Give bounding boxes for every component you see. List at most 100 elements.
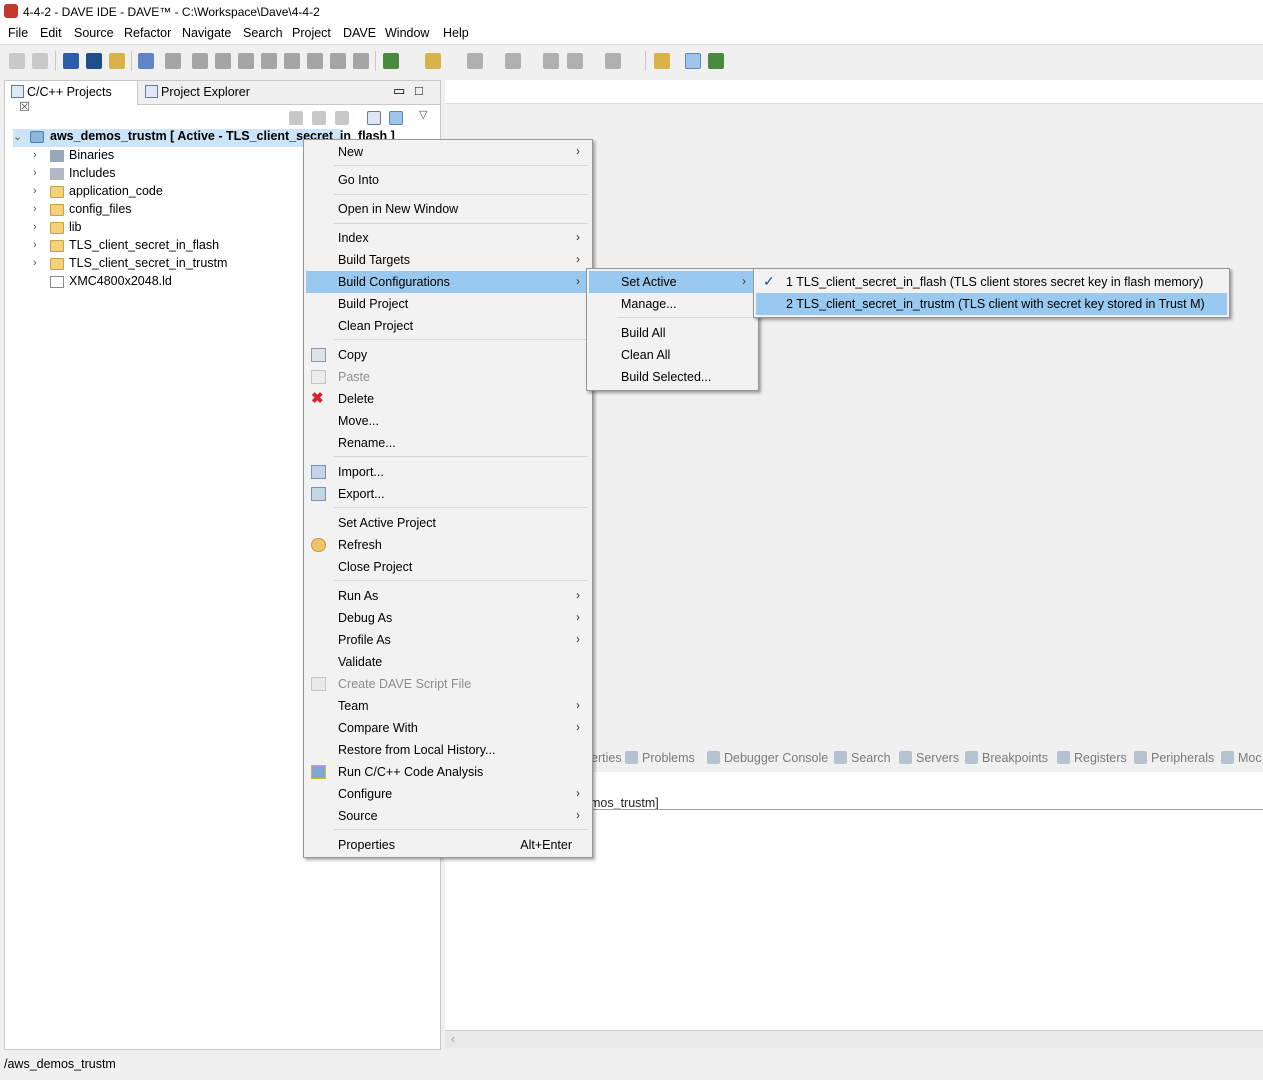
- menu-file[interactable]: File: [8, 26, 28, 40]
- link-editor-icon[interactable]: [389, 111, 403, 125]
- menu-item-close-project[interactable]: Close Project: [306, 556, 590, 578]
- up-nav-icon[interactable]: [335, 111, 349, 125]
- open-perspective-icon[interactable]: [654, 53, 670, 69]
- menu-refactor[interactable]: Refactor: [124, 26, 171, 40]
- project-row[interactable]: ⌄ aws_demos_trustm [ Active - TLS_client…: [13, 129, 395, 147]
- menu-item-run-as[interactable]: Run As ›: [306, 585, 590, 607]
- chevron-down-icon[interactable]: ⌄: [13, 130, 25, 143]
- menu-edit[interactable]: Edit: [40, 26, 62, 40]
- chevron-right-icon[interactable]: ›: [33, 239, 45, 251]
- horizontal-scrollbar[interactable]: ‹: [445, 1030, 1263, 1048]
- menu-item-copy[interactable]: Copy: [306, 344, 590, 366]
- edit-icon[interactable]: [330, 53, 346, 69]
- menu-item-clean-all[interactable]: Clean All: [589, 344, 756, 366]
- generate-code-icon[interactable]: [215, 53, 231, 69]
- menu-item-validate[interactable]: Validate: [306, 651, 590, 673]
- next-annotation-icon[interactable]: [467, 53, 483, 69]
- tab-breakpoints[interactable]: Breakpoints: [965, 751, 1048, 765]
- tab-servers[interactable]: Servers: [899, 751, 959, 765]
- menu-item-team[interactable]: Team ›: [306, 695, 590, 717]
- tab-more[interactable]: Moc: [1221, 751, 1262, 765]
- menu-item-set-active[interactable]: Set Active ›: [589, 271, 756, 293]
- menu-item-source[interactable]: Source ›: [306, 805, 590, 827]
- menu-item-compare-with[interactable]: Compare With ›: [306, 717, 590, 739]
- tab-search[interactable]: Search: [834, 751, 891, 765]
- tab-problems[interactable]: Problems: [625, 751, 695, 765]
- forward-nav-icon[interactable]: [312, 111, 326, 125]
- rebuild-icon[interactable]: [238, 53, 254, 69]
- menu-help[interactable]: Help: [443, 26, 469, 40]
- menu-item-build-all[interactable]: Build All: [589, 322, 756, 344]
- record-icon[interactable]: [353, 53, 369, 69]
- menu-item-code-analysis[interactable]: Run C/C++ Code Analysis: [306, 761, 590, 783]
- menu-item-refresh[interactable]: Refresh: [306, 534, 590, 556]
- menu-item-delete[interactable]: ✖ Delete: [306, 388, 590, 410]
- info-icon[interactable]: [307, 53, 323, 69]
- menu-item-new[interactable]: New ›: [306, 141, 590, 163]
- menu-dave[interactable]: DAVE: [343, 26, 376, 40]
- menu-item-index[interactable]: Index ›: [306, 227, 590, 249]
- forward-icon[interactable]: [605, 53, 621, 69]
- menu-item-config-trustm[interactable]: 2 TLS_client_secret_in_trustm (TLS clien…: [756, 293, 1227, 315]
- menu-project[interactable]: Project: [292, 26, 331, 40]
- scroll-left-icon[interactable]: ‹: [451, 1032, 455, 1046]
- minimize-icon[interactable]: ▭: [393, 83, 405, 99]
- collapse-all-icon[interactable]: [367, 111, 381, 125]
- menu-item-build-selected[interactable]: Build Selected...: [589, 366, 756, 388]
- app-icon[interactable]: [165, 53, 181, 69]
- tab-registers[interactable]: Registers: [1057, 751, 1127, 765]
- build-icon[interactable]: [63, 53, 79, 69]
- menu-item-export[interactable]: Export...: [306, 483, 590, 505]
- menu-item-build-targets[interactable]: Build Targets ›: [306, 249, 590, 271]
- prev-annotation-icon[interactable]: [505, 53, 521, 69]
- tab-cpp-projects[interactable]: C/C++ Projects ☒: [5, 81, 138, 114]
- chevron-right-icon[interactable]: ›: [33, 185, 45, 197]
- dave-perspective-icon[interactable]: [685, 53, 701, 69]
- menu-source[interactable]: Source: [74, 26, 114, 40]
- menu-item-manage[interactable]: Manage...: [589, 293, 756, 315]
- save-all-icon[interactable]: [32, 53, 48, 69]
- menu-window[interactable]: Window: [385, 26, 429, 40]
- menu-item-clean-project[interactable]: Clean Project: [306, 315, 590, 337]
- debug-icon[interactable]: [383, 53, 399, 69]
- settings-icon[interactable]: [261, 53, 277, 69]
- external-tools-icon[interactable]: [425, 53, 441, 69]
- chevron-right-icon[interactable]: ›: [33, 257, 45, 269]
- menu-item-rename[interactable]: Rename...: [306, 432, 590, 454]
- tab-properties[interactable]: erties: [591, 751, 622, 765]
- tab-debugger-console[interactable]: Debugger Console: [707, 751, 828, 765]
- menu-navigate[interactable]: Navigate: [182, 26, 231, 40]
- menu-item-go-into[interactable]: Go Into: [306, 169, 590, 191]
- save-icon[interactable]: [9, 53, 25, 69]
- chevron-right-icon[interactable]: ›: [33, 149, 45, 161]
- back-nav-icon[interactable]: [289, 111, 303, 125]
- tab-project-explorer[interactable]: Project Explorer: [139, 81, 261, 105]
- menu-item-open-new-window[interactable]: Open in New Window: [306, 198, 590, 220]
- tools-icon[interactable]: [109, 53, 125, 69]
- menu-item-properties[interactable]: Properties Alt+Enter: [306, 834, 590, 856]
- new-project-icon[interactable]: [138, 53, 154, 69]
- back-icon[interactable]: [567, 53, 583, 69]
- chevron-right-icon[interactable]: ›: [33, 221, 45, 233]
- menu-search[interactable]: Search: [243, 26, 283, 40]
- menu-item-configure[interactable]: Configure ›: [306, 783, 590, 805]
- menu-item-config-flash[interactable]: ✓ 1 TLS_client_secret_in_flash (TLS clien…: [756, 271, 1227, 293]
- add-app-icon[interactable]: [192, 53, 208, 69]
- stop-icon[interactable]: [284, 53, 300, 69]
- menu-item-build-configurations[interactable]: Build Configurations ›: [306, 271, 590, 293]
- maximize-icon[interactable]: □: [415, 83, 423, 98]
- menu-item-move[interactable]: Move...: [306, 410, 590, 432]
- build-active-icon[interactable]: [86, 53, 102, 69]
- view-menu-icon[interactable]: ▽: [419, 108, 427, 121]
- menu-item-debug-as[interactable]: Debug As ›: [306, 607, 590, 629]
- menu-item-set-active-project[interactable]: Set Active Project: [306, 512, 590, 534]
- chevron-right-icon[interactable]: ›: [33, 203, 45, 215]
- chevron-right-icon[interactable]: ›: [33, 167, 45, 179]
- menu-item-import[interactable]: Import...: [306, 461, 590, 483]
- tab-peripherals[interactable]: Peripherals: [1134, 751, 1214, 765]
- menu-item-restore-history[interactable]: Restore from Local History...: [306, 739, 590, 761]
- debug-perspective-icon[interactable]: [708, 53, 724, 69]
- last-edit-icon[interactable]: [543, 53, 559, 69]
- menu-item-build-project[interactable]: Build Project: [306, 293, 590, 315]
- menu-item-profile-as[interactable]: Profile As ›: [306, 629, 590, 651]
